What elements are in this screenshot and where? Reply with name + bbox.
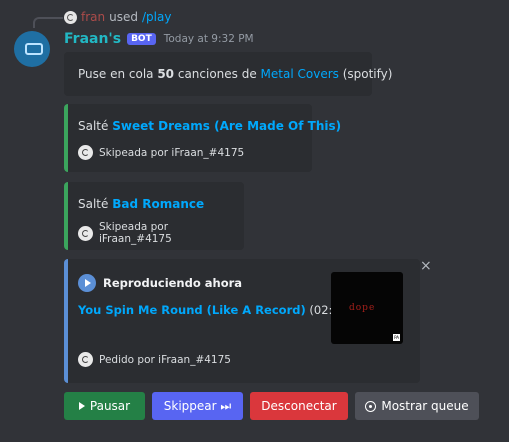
now-playing-header: Reproduciendo ahora: [78, 274, 242, 292]
show-queue-label: Mostrar queue: [381, 399, 469, 413]
timestamp[interactable]: Today at 9:32 PM: [164, 33, 254, 45]
skip-embed: Salté Sweet Dreams (Are Made Of This) Sk…: [64, 104, 341, 172]
skip-footer: Skipeada por iFraan_#4175: [78, 145, 244, 160]
now-playing-track: You Spin Me Round (Like A Record) (02:43…: [78, 303, 352, 317]
skip-prefix: Salté: [78, 119, 113, 133]
play-triangle-icon: [78, 402, 85, 410]
reply-command[interactable]: /play: [142, 10, 171, 24]
pause-button[interactable]: Pausar: [64, 392, 145, 420]
skip-footer-text: Skipeada por iFraan_#4175: [98, 221, 172, 245]
queue-text: Puse en cola 50 canciones de Metal Cover…: [78, 67, 392, 81]
skip-footer: Skipeada por iFraan_#4175: [78, 221, 244, 245]
message-header: Fraan's BOT Today at 9:32 PM: [64, 31, 254, 47]
user-icon: [78, 225, 93, 241]
skip-embed: Salté Bad Romance Skipeada por iFraan_#4…: [64, 182, 244, 250]
queue-prefix: Puse en cola: [78, 67, 158, 81]
now-playing-embed: Reproduciendo ahora You Spin Me Round (L…: [64, 259, 420, 383]
user-icon: [78, 145, 93, 160]
bot-avatar-face: [25, 43, 43, 55]
song-link[interactable]: Bad Romance: [112, 197, 204, 211]
skip-text: Salté Sweet Dreams (Are Made Of This): [78, 119, 341, 133]
reply-spine: [33, 17, 63, 28]
skip-footer-text: Skipeada por iFraan_#4175: [99, 146, 245, 159]
song-link[interactable]: Sweet Dreams (Are Made Of This): [112, 119, 341, 133]
song-link[interactable]: You Spin Me Round (Like A Record): [78, 303, 306, 317]
queue-middle: canciones de: [174, 67, 261, 81]
requested-by-text: Pedido por iFraan_#4175: [99, 353, 231, 366]
disconnect-button[interactable]: Desconectar: [250, 392, 348, 420]
skip-button[interactable]: Skippear ⏭: [152, 392, 243, 420]
disconnect-label: Desconectar: [261, 399, 337, 413]
queue-icon: [365, 400, 377, 412]
now-playing-footer: Pedido por iFraan_#4175: [78, 352, 231, 367]
skip-label: Skippear ⏭: [163, 398, 232, 413]
queue-embed: Puse en cola 50 canciones de Metal Cover…: [64, 52, 392, 96]
user-icon: [78, 352, 93, 367]
reply-verb: used: [109, 10, 138, 24]
skip-prefix: Salté: [78, 197, 113, 211]
advisory-label: PA: [393, 334, 400, 341]
queue-count: 50: [157, 67, 175, 81]
reply-avatar[interactable]: [64, 10, 77, 24]
author-name[interactable]: Fraan's: [64, 31, 121, 47]
skip-text: Salté Bad Romance: [78, 197, 204, 211]
playlist-link[interactable]: Metal Covers: [261, 67, 339, 81]
reply-username[interactable]: fran: [81, 10, 105, 24]
close-icon[interactable]: ×: [420, 258, 432, 274]
bot-avatar[interactable]: [14, 31, 50, 67]
play-icon: [78, 274, 96, 292]
now-playing-heading: Reproduciendo ahora: [103, 276, 243, 290]
queue-suffix: (spotify): [338, 67, 393, 81]
bot-tag: BOT: [127, 33, 156, 45]
album-thumbnail[interactable]: dope PA: [331, 272, 403, 344]
album-art-text: dope: [349, 303, 376, 313]
pause-label: Pausar: [89, 399, 131, 413]
reply-header[interactable]: fran used /play: [64, 10, 171, 24]
show-queue-button[interactable]: Mostrar queue: [355, 392, 479, 420]
